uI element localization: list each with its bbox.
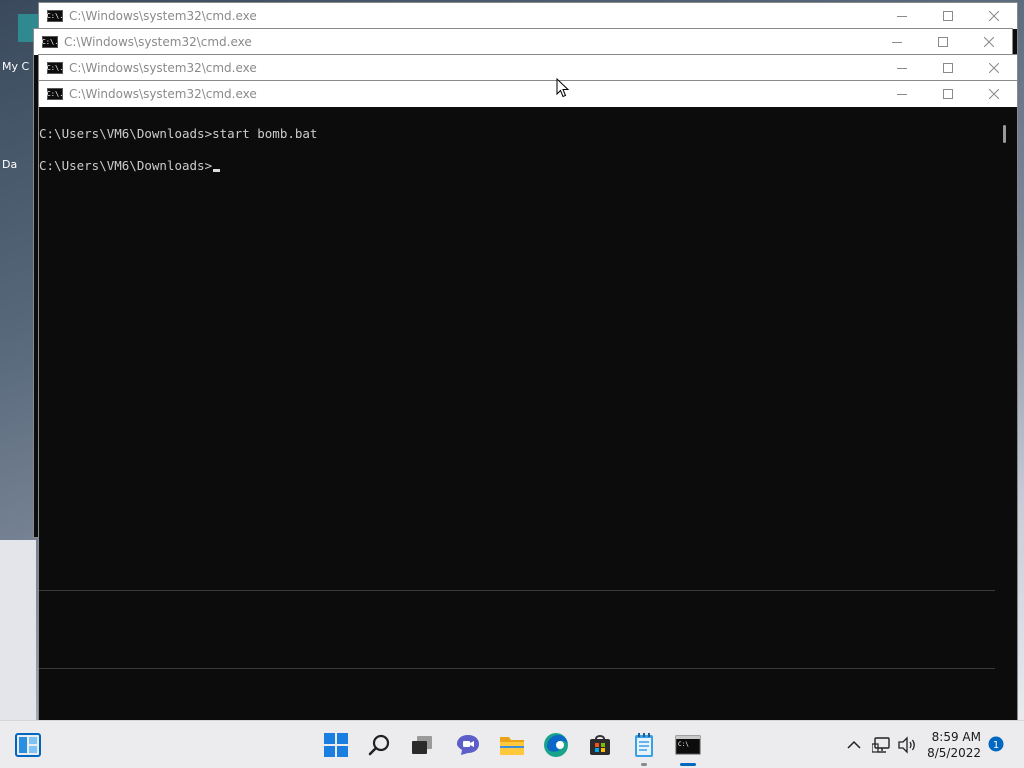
chat-icon[interactable]	[452, 729, 484, 761]
console-line-text: C:\Users\VM6\Downloads>start bomb.bat	[39, 126, 318, 141]
start-icon[interactable]	[320, 729, 352, 761]
window-title: C:\Windows\system32\cmd.exe	[69, 61, 257, 75]
network-icon[interactable]	[868, 729, 896, 761]
close-button[interactable]	[971, 3, 1017, 29]
volume-icon[interactable]	[893, 729, 921, 761]
terminal-icon[interactable]: C:\	[672, 729, 704, 766]
maximize-button[interactable]	[920, 29, 966, 55]
console-prompt-line[interactable]: C:\Users\VM6\Downloads>	[39, 158, 221, 174]
minimize-icon	[892, 42, 902, 43]
console-pane-divider	[39, 668, 995, 669]
maximize-icon	[943, 89, 953, 99]
background-window-edge	[0, 540, 36, 720]
clock[interactable]: 8:59 AM 8/5/2022	[927, 729, 981, 761]
notification-badge[interactable]: 1	[988, 736, 1004, 756]
active-indicator	[680, 763, 696, 766]
close-icon	[989, 63, 999, 73]
console-icon: C:\.	[47, 62, 63, 74]
maximize-button[interactable]	[925, 81, 971, 107]
window-title: C:\Windows\system32\cmd.exe	[69, 9, 257, 23]
close-button[interactable]	[966, 29, 1012, 55]
console-line: C:\Users\VM6\Downloads>start bomb.bat	[39, 126, 317, 142]
taskbar: C:\ 8:59 AM 8/5/2022	[0, 720, 1024, 768]
window-titlebar[interactable]: C:\. C:\Windows\system32\cmd.exe	[34, 29, 1012, 55]
widgets-icon[interactable]	[12, 729, 44, 761]
maximize-icon	[938, 37, 948, 47]
close-icon	[984, 37, 994, 47]
maximize-button[interactable]	[925, 55, 971, 81]
notification-count: 1	[993, 740, 999, 751]
store-icon[interactable]	[584, 729, 616, 761]
minimize-button[interactable]	[879, 81, 925, 107]
close-icon	[989, 11, 999, 21]
running-indicator	[641, 763, 647, 766]
minimize-icon	[897, 94, 907, 95]
window-title: C:\Windows\system32\cmd.exe	[64, 35, 252, 49]
window-titlebar[interactable]: C:\. C:\Windows\system32\cmd.exe	[39, 81, 1017, 107]
window-title: C:\Windows\system32\cmd.exe	[69, 87, 257, 101]
svg-text:C:\: C:\	[678, 741, 689, 748]
clock-date: 8/5/2022	[927, 746, 981, 760]
console-icon: C:\.	[42, 36, 58, 48]
search-icon[interactable]	[364, 729, 396, 761]
console-prompt-text: C:\Users\VM6\Downloads>	[39, 158, 213, 173]
window-titlebar[interactable]: C:\. C:\Windows\system32\cmd.exe	[39, 55, 1017, 81]
minimize-button[interactable]	[879, 3, 925, 29]
maximize-icon	[943, 11, 953, 21]
file-explorer-icon[interactable]	[496, 729, 528, 761]
minimize-icon	[897, 16, 907, 17]
desktop-icon-label: My C	[2, 60, 30, 73]
vertical-scrollbar[interactable]	[995, 107, 1017, 720]
close-button[interactable]	[971, 55, 1017, 81]
task-view-icon[interactable]	[406, 729, 438, 761]
clock-time: 8:59 AM	[931, 730, 981, 744]
mouse-pointer-icon	[556, 78, 570, 98]
text-cursor	[213, 169, 221, 172]
desktop-icon-label: Da	[2, 158, 18, 171]
scrollbar-thumb[interactable]	[1003, 125, 1006, 143]
notepad-icon[interactable]	[628, 729, 660, 766]
minimize-icon	[897, 68, 907, 69]
maximize-button[interactable]	[925, 3, 971, 29]
window-titlebar[interactable]: C:\. C:\Windows\system32\cmd.exe	[39, 3, 1017, 29]
console-pane-divider	[39, 590, 995, 591]
active-cmd-window[interactable]: C:\. C:\Windows\system32\cmd.exe C:\User…	[38, 80, 1018, 720]
console-output[interactable]: C:\Users\VM6\Downloads>start bomb.bat C:…	[39, 107, 995, 720]
maximize-icon	[943, 63, 953, 73]
close-button[interactable]	[971, 81, 1017, 107]
chevron-up-icon[interactable]	[840, 729, 868, 761]
minimize-button[interactable]	[879, 55, 925, 81]
close-icon	[989, 89, 999, 99]
console-icon: C:\.	[47, 10, 63, 22]
console-icon: C:\.	[47, 88, 63, 100]
minimize-button[interactable]	[874, 29, 920, 55]
edge-icon[interactable]	[540, 729, 572, 761]
